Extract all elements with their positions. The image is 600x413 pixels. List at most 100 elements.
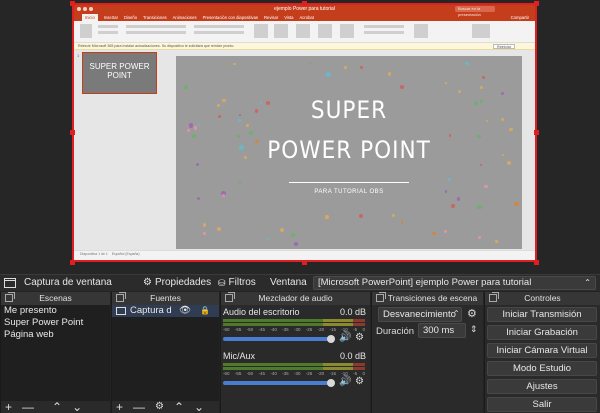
confetti-dot (266, 237, 269, 240)
sources-title: Fuentes (150, 293, 181, 303)
ppt-tab: Acrobat (299, 15, 314, 20)
undock-icon[interactable] (116, 292, 126, 302)
volume-fader[interactable] (223, 337, 331, 341)
gear-icon[interactable]: ⚙ (355, 376, 364, 387)
ppt-tab: Animaciones (172, 15, 197, 20)
ppt-tab: Inicio (82, 14, 98, 21)
resize-handle[interactable] (302, 260, 307, 265)
confetti-dot (477, 236, 481, 240)
add-icon[interactable]: + (5, 401, 12, 413)
confetti-dot (458, 89, 462, 93)
undock-icon[interactable] (225, 292, 235, 302)
add-icon[interactable]: + (116, 401, 123, 413)
confetti-dot (443, 229, 448, 234)
confetti-dot (456, 197, 461, 201)
resize-handle[interactable] (70, 260, 75, 265)
start-virtual-camera-button[interactable]: Iniciar Cámara Virtual (487, 343, 597, 358)
confetti-dot (293, 241, 299, 247)
speaker-icon[interactable]: 🔊 (339, 332, 351, 343)
mixer-title: Mezclador de audio (258, 293, 333, 303)
list-item[interactable]: Captura d 👁 🔒 (112, 305, 219, 317)
ppt-slide: SUPER POWER POINT PARA TUTORIAL OBS (176, 56, 522, 249)
confetti-dot (480, 163, 483, 167)
confetti-dot (359, 65, 364, 70)
window-capture-icon (4, 278, 16, 288)
move-up-icon[interactable]: ⌃ (52, 401, 62, 413)
start-streaming-button[interactable]: Iniciar Transmisión (487, 307, 597, 322)
preview-canvas[interactable]: ejemplo Power para tutorial Buscar en la… (0, 0, 600, 274)
confetti-dot (279, 228, 284, 233)
eye-icon[interactable]: 👁 (179, 305, 191, 317)
slide-title-line2: POWER POINT (267, 136, 431, 164)
track-name: Mic/Aux (223, 351, 256, 361)
confetti-dot (358, 213, 364, 219)
exit-button[interactable]: Salir (487, 397, 597, 412)
dock-title: Escenas (1, 292, 110, 305)
properties-button[interactable]: ⚙ Propiedades (143, 275, 211, 291)
ppt-statusbar: Diapositiva 1 de 1 Español (España) (74, 250, 535, 256)
confetti-dot (290, 232, 295, 237)
confetti-dot (444, 81, 448, 85)
confetti-dot (447, 177, 451, 181)
ppt-search-box: Buscar en la presentación (455, 6, 495, 17)
start-recording-button[interactable]: Iniciar Grabación (487, 325, 597, 340)
undock-icon[interactable] (489, 292, 499, 302)
gear-icon[interactable]: ⚙ (155, 401, 164, 413)
gear-icon[interactable]: ⚙ (467, 307, 477, 320)
transitions-dock: Transiciones de escena Desvanecimiento ⌃… (371, 292, 483, 413)
list-item[interactable]: Página web (1, 329, 110, 341)
controls-title: Controles (524, 293, 561, 303)
confetti-dot (400, 221, 404, 224)
resize-handle[interactable] (70, 130, 75, 135)
confetti-dot (216, 226, 221, 231)
undock-icon[interactable] (376, 292, 386, 302)
stepper-icon[interactable]: ⇕ (470, 324, 478, 335)
resize-handle[interactable] (534, 260, 539, 265)
ppt-status-language: Español (España) (111, 252, 140, 256)
filters-button[interactable]: ⛁ Filtros (218, 275, 256, 291)
confetti-dot (400, 85, 405, 90)
duration-input[interactable]: 300 ms (418, 323, 466, 338)
studio-mode-button[interactable]: Modo Estudio (487, 361, 597, 376)
confetti-dot (480, 86, 483, 89)
undock-icon[interactable] (5, 292, 15, 302)
confetti-dot (484, 184, 488, 189)
resize-handle[interactable] (70, 1, 75, 6)
window-controls (77, 7, 93, 11)
list-item[interactable]: Super Power Point (1, 317, 110, 329)
resize-handle[interactable] (534, 1, 539, 6)
confetti-dot (500, 91, 505, 96)
lock-icon[interactable]: 🔒 (200, 305, 210, 317)
confetti-dot (432, 231, 436, 235)
remove-icon[interactable]: — (22, 401, 34, 413)
move-down-icon[interactable]: ⌄ (72, 401, 82, 413)
gear-icon[interactable]: ⚙ (355, 332, 364, 343)
ppt-tab: Diseño (123, 15, 138, 20)
settings-button[interactable]: Ajustes (487, 379, 597, 394)
track-name: Audio del escritorio (223, 307, 300, 317)
confetti-dot (326, 72, 331, 78)
gear-icon: ⚙ (143, 277, 152, 288)
confetti-dot (343, 65, 347, 69)
fader-knob[interactable] (327, 335, 335, 343)
resize-handle[interactable] (302, 1, 307, 6)
move-down-icon[interactable]: ⌄ (194, 401, 204, 413)
sources-dock: Fuentes Captura d 👁 🔒 + — ⚙ ⌃ ⌄ (111, 292, 219, 413)
window-select[interactable]: [Microsoft PowerPoint] ejemplo Power par… (313, 276, 596, 290)
resize-handle[interactable] (534, 130, 539, 135)
selected-source-frame[interactable]: ejemplo Power para tutorial Buscar en la… (72, 3, 537, 262)
transition-select-value: Desvanecimiento (383, 309, 456, 320)
ppt-tab: Insertar (103, 15, 118, 20)
speaker-icon[interactable]: 🔊 (339, 376, 351, 387)
list-item[interactable]: Me presento (1, 305, 110, 317)
fader-knob[interactable] (327, 379, 335, 387)
volume-meter (223, 363, 365, 366)
ppt-tab: Presentación con diapositivas (202, 15, 259, 20)
move-up-icon[interactable]: ⌃ (174, 401, 184, 413)
slide-divider (289, 182, 409, 183)
transition-select[interactable]: Desvanecimiento (378, 307, 462, 322)
volume-fader[interactable] (223, 381, 331, 385)
confetti-dot (388, 72, 392, 76)
ppt-window-title: ejemplo Power para tutorial (274, 6, 335, 12)
remove-icon[interactable]: — (133, 401, 145, 413)
